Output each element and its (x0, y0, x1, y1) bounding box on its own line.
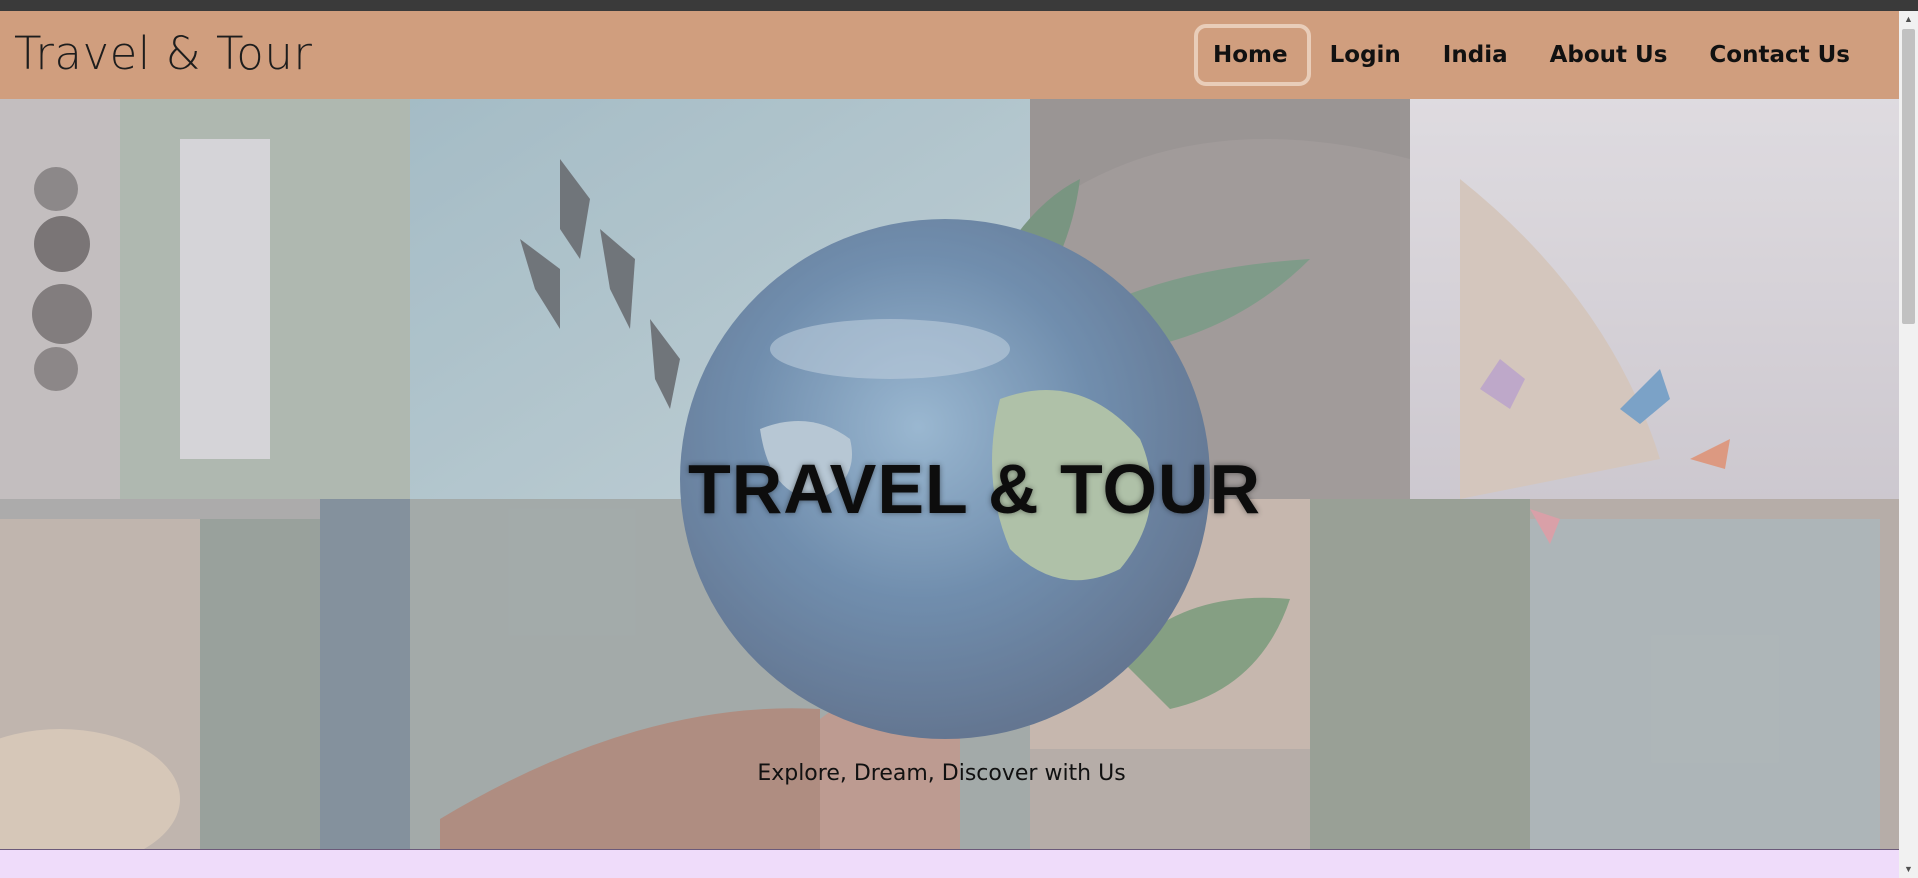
browser-top-bar (0, 0, 1918, 11)
nav-login[interactable]: Login (1309, 24, 1422, 86)
navbar: Travel & Tour Home Login India About Us … (0, 11, 1899, 99)
hero-title: TRAVEL & TOUR (687, 450, 1262, 528)
nav-home[interactable]: Home (1192, 24, 1311, 86)
main-nav: Home Login India About Us Contact Us (1192, 21, 1871, 89)
vertical-scrollbar[interactable]: ▲ ▼ (1899, 11, 1918, 878)
nav-india[interactable]: India (1422, 24, 1529, 86)
hero-banner: TRAVEL & TOUR Explore, Dream, Discover w… (0, 99, 1899, 849)
brand-logo-text[interactable]: Travel & Tour (14, 27, 312, 81)
nav-contact-us[interactable]: Contact Us (1688, 24, 1871, 86)
scroll-down-arrow-icon[interactable]: ▼ (1899, 861, 1918, 878)
scroll-thumb[interactable] (1902, 29, 1915, 324)
nav-about-us[interactable]: About Us (1529, 24, 1689, 86)
hero-tagline: Explore, Dream, Discover with Us (757, 761, 1126, 786)
section-footer-strip (0, 849, 1899, 878)
page: Travel & Tour Home Login India About Us … (0, 11, 1899, 878)
scroll-up-arrow-icon[interactable]: ▲ (1899, 11, 1918, 28)
